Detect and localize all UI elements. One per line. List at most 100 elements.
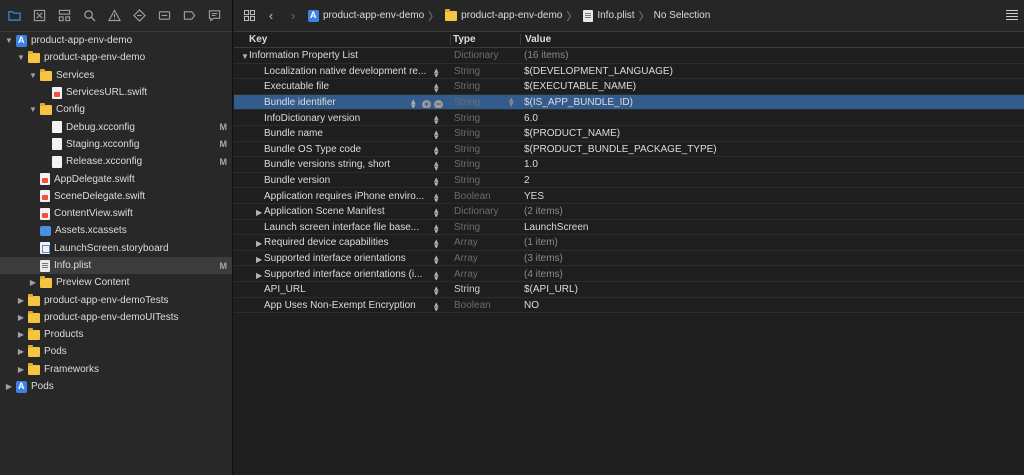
plist-value-cell[interactable]: 2	[520, 175, 1024, 186]
disclosure-closed-icon[interactable]: ▶	[16, 364, 26, 374]
value-column-header[interactable]: Value	[520, 34, 1024, 45]
plist-row[interactable]: ▶ Supported interface orientations (i... ▴…	[234, 266, 1024, 282]
debug-icon[interactable]	[156, 7, 173, 24]
disclosure-closed-icon[interactable]: ▶	[16, 312, 26, 322]
tree-item[interactable]: Staging.xcconfig M	[0, 136, 232, 153]
test-icon[interactable]	[131, 7, 148, 24]
related-items-icon[interactable]	[240, 7, 258, 25]
disclosure-closed-icon[interactable]: ▶	[16, 347, 26, 357]
plist-type-cell[interactable]: String	[450, 159, 520, 170]
tree-item[interactable]: ContentView.swift	[0, 205, 232, 222]
plist-key-cell[interactable]: Localization native development re... ▴ ▾	[234, 66, 450, 77]
plist-type-cell[interactable]: Boolean	[450, 300, 520, 311]
plist-row[interactable]: Executable file ▴ ▾ String $(EXECUTABLE_NAME…	[234, 79, 1024, 95]
tree-item[interactable]: ▼ product-app-env-demo	[0, 49, 232, 66]
plist-key-cell[interactable]: App Uses Non-Exempt Encryption ▴ ▾	[234, 300, 450, 311]
tree-item[interactable]: LaunchScreen.storyboard	[0, 240, 232, 257]
plist-key-cell[interactable]: Bundle name ▴ ▾	[234, 128, 450, 139]
tree-item[interactable]: ▶ Frameworks	[0, 361, 232, 378]
key-stepper-icon[interactable]: ▴ ▾	[434, 191, 439, 202]
tree-item[interactable]: Release.xcconfig M	[0, 153, 232, 170]
tree-item[interactable]: ▼ product-app-env-demo	[0, 32, 232, 49]
plist-key-cell[interactable]: Bundle version ▴ ▾	[234, 175, 450, 186]
plist-key-cell[interactable]: ▼ Information Property List	[234, 50, 450, 61]
tree-item[interactable]: ▼ Services	[0, 67, 232, 84]
add-row-icon[interactable]: +	[422, 100, 431, 109]
disclosure-closed-icon[interactable]: ▶	[256, 239, 262, 248]
tree-item[interactable]: AppDelegate.swift	[0, 170, 232, 187]
plist-row[interactable]: Localization native development re... ▴ ▾ S…	[234, 64, 1024, 80]
key-stepper-icon[interactable]: ▴ ▾	[411, 97, 416, 108]
key-stepper-icon[interactable]: ▴ ▾	[434, 66, 439, 77]
type-stepper-icon[interactable]: ▴ ▾	[509, 94, 514, 108]
plist-row[interactable]: ▶ Required device capabilities ▴ ▾ Array (1 i…	[234, 235, 1024, 251]
editor-options-icon[interactable]	[1006, 10, 1018, 20]
key-stepper-icon[interactable]: ▴ ▾	[434, 144, 439, 155]
tree-item[interactable]: ▶ Preview Content	[0, 274, 232, 291]
tree-item[interactable]: ▼ Config	[0, 101, 232, 118]
tree-item[interactable]: ▶ product-app-env-demoUITests	[0, 309, 232, 326]
tree-item[interactable]: ▶ Pods	[0, 378, 232, 395]
key-stepper-icon[interactable]: ▴ ▾	[434, 222, 439, 233]
plist-value-cell[interactable]: NO	[520, 300, 1024, 311]
plist-row[interactable]: ▼ Information Property List Dictionary (16 …	[234, 48, 1024, 64]
breakpoint-icon[interactable]	[181, 7, 198, 24]
tree-item[interactable]: ServicesURL.swift	[0, 84, 232, 101]
disclosure-open-icon[interactable]: ▼	[16, 53, 26, 63]
plist-value-cell[interactable]: LaunchScreen	[520, 222, 1024, 233]
tree-item[interactable]: Assets.xcassets	[0, 222, 232, 239]
plist-row[interactable]: Bundle versions string, short ▴ ▾ String 1.0	[234, 157, 1024, 173]
disclosure-closed-icon[interactable]: ▶	[16, 295, 26, 305]
plist-type-cell[interactable]: Array	[450, 253, 520, 264]
plist-key-cell[interactable]: Bundle versions string, short ▴ ▾	[234, 159, 450, 170]
hierarchy-icon[interactable]	[56, 7, 73, 24]
disclosure-open-icon[interactable]: ▼	[28, 70, 38, 80]
plist-row[interactable]: Application requires iPhone enviro... ▴ ▾ B…	[234, 188, 1024, 204]
plist-value-cell[interactable]: (4 items)	[520, 269, 1024, 280]
type-column-header[interactable]: Type	[450, 34, 520, 45]
key-stepper-icon[interactable]: ▴ ▾	[434, 253, 439, 264]
remove-row-icon[interactable]: −	[434, 100, 443, 109]
plist-value-cell[interactable]: $(API_URL)	[520, 284, 1024, 295]
breadcrumb-item[interactable]: product-app-env-demo	[306, 9, 424, 22]
plist-type-cell[interactable]: String	[450, 175, 520, 186]
plist-row[interactable]: Bundle name ▴ ▾ String $(PRODUCT_NAME)	[234, 126, 1024, 142]
tree-item[interactable]: ▶ product-app-env-demoTests	[0, 291, 232, 308]
plist-row[interactable]: ▶ Supported interface orientations ▴ ▾ Array…	[234, 251, 1024, 267]
plist-value-cell[interactable]: (3 items)	[520, 253, 1024, 264]
disclosure-open-icon[interactable]: ▼	[28, 105, 38, 115]
key-stepper-icon[interactable]: ▴ ▾	[434, 81, 439, 92]
plist-value-cell[interactable]: (1 item)	[520, 237, 1024, 248]
plist-key-cell[interactable]: Bundle identifier ▴ ▾ + −	[234, 97, 450, 109]
plist-value-cell[interactable]: $(IS_APP_BUNDLE_ID)	[520, 97, 1024, 108]
plist-type-cell[interactable]: Dictionary	[450, 206, 520, 217]
tree-item[interactable]: Debug.xcconfig M	[0, 118, 232, 135]
breadcrumb-item[interactable]: Info.plist	[581, 9, 635, 22]
plist-value-cell[interactable]: $(PRODUCT_BUNDLE_PACKAGE_TYPE)	[520, 144, 1024, 155]
disclosure-closed-icon[interactable]: ▶	[4, 382, 14, 392]
tree-item[interactable]: ▶ Products	[0, 326, 232, 343]
key-stepper-icon[interactable]: ▴ ▾	[434, 113, 439, 124]
plist-type-cell[interactable]: String	[450, 113, 520, 124]
plist-key-cell[interactable]: InfoDictionary version ▴ ▾	[234, 113, 450, 124]
key-stepper-icon[interactable]: ▴ ▾	[434, 284, 439, 295]
plist-value-cell[interactable]: (2 items)	[520, 206, 1024, 217]
disclosure-open-icon[interactable]: ▼	[241, 52, 249, 61]
plist-type-cell[interactable]: Dictionary	[450, 50, 520, 61]
plist-value-cell[interactable]: $(DEVELOPMENT_LANGUAGE)	[520, 66, 1024, 77]
key-column-header[interactable]: Key	[234, 34, 450, 45]
plist-type-cell[interactable]: String	[450, 284, 520, 295]
plist-row[interactable]: InfoDictionary version ▴ ▾ String 6.0	[234, 110, 1024, 126]
plist-value-cell[interactable]: $(PRODUCT_NAME)	[520, 128, 1024, 139]
key-stepper-icon[interactable]: ▴ ▾	[434, 206, 439, 217]
key-stepper-icon[interactable]: ▴ ▾	[434, 128, 439, 139]
plist-type-cell[interactable]: String	[450, 222, 520, 233]
plist-type-cell[interactable]: String	[450, 81, 520, 92]
disclosure-closed-icon[interactable]: ▶	[256, 255, 262, 264]
plist-value-cell[interactable]: 1.0	[520, 159, 1024, 170]
plist-value-cell[interactable]: (16 items)	[520, 50, 1024, 61]
disclosure-closed-icon[interactable]: ▶	[256, 271, 262, 280]
plist-key-cell[interactable]: ▶ Supported interface orientations ▴ ▾	[234, 253, 450, 264]
plist-type-cell[interactable]: String	[450, 66, 520, 77]
plist-row[interactable]: Launch screen interface file base... ▴ ▾ St…	[234, 220, 1024, 236]
